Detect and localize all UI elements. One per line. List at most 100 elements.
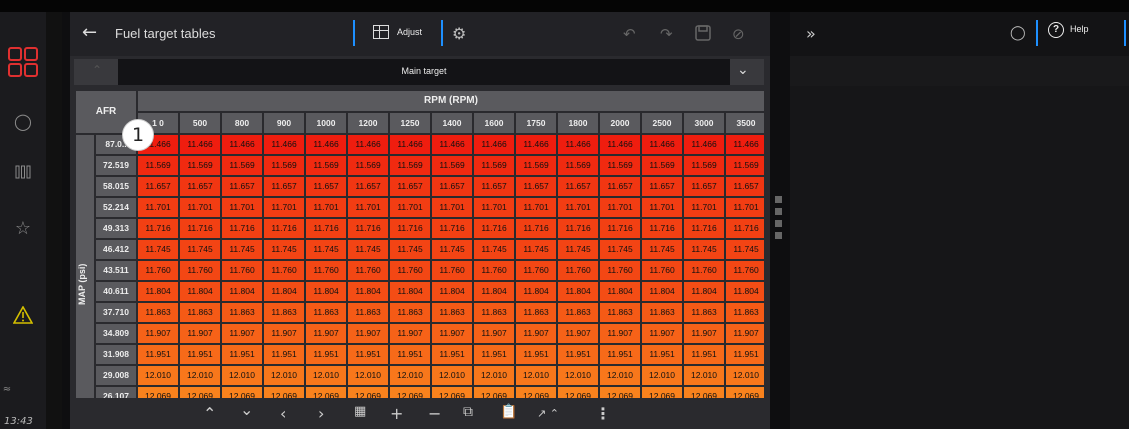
table-cell[interactable]: 12.069 (180, 387, 220, 398)
table-cell[interactable]: 11.760 (684, 261, 724, 280)
rpm-column-header[interactable]: 3500 (726, 113, 764, 133)
table-cell[interactable]: 11.907 (306, 324, 346, 343)
table-cell[interactable]: 11.657 (222, 177, 262, 196)
table-cell[interactable]: 11.907 (642, 324, 682, 343)
table-cell[interactable]: 11.745 (180, 240, 220, 259)
table-cell[interactable]: 11.569 (348, 156, 388, 175)
table-cell[interactable]: 11.569 (306, 156, 346, 175)
table-cell[interactable]: 11.701 (306, 198, 346, 217)
rpm-column-header[interactable]: 1400 (432, 113, 472, 133)
table-cell[interactable]: 11.745 (558, 240, 598, 259)
map-row-header[interactable]: 29.008 (96, 366, 136, 385)
rpm-column-header[interactable]: 800 (222, 113, 262, 133)
table-cell[interactable]: 11.569 (726, 156, 764, 175)
table-cell[interactable]: 11.716 (684, 219, 724, 238)
table-cell[interactable]: 11.657 (264, 177, 304, 196)
table-cell[interactable]: 11.569 (390, 156, 430, 175)
gauge-icon[interactable]: ◯ (0, 112, 46, 131)
table-cell[interactable]: 12.069 (726, 387, 764, 398)
map-row-header[interactable]: 43.511 (96, 261, 136, 280)
table-cell[interactable]: 11.569 (432, 156, 472, 175)
table-cell[interactable]: 11.951 (180, 345, 220, 364)
table-cell[interactable]: 11.907 (684, 324, 724, 343)
table-cell[interactable]: 11.657 (726, 177, 764, 196)
table-cell[interactable]: 11.701 (474, 198, 514, 217)
table-cell[interactable]: 12.010 (306, 366, 346, 385)
table-cell[interactable]: 11.804 (684, 282, 724, 301)
table-cell[interactable]: 11.466 (684, 135, 724, 154)
chevron-left-icon[interactable]: ‹ (280, 404, 286, 423)
table-cell[interactable]: 11.863 (726, 303, 764, 322)
table-cell[interactable]: 11.701 (516, 198, 556, 217)
table-cell[interactable]: 11.716 (726, 219, 764, 238)
table-cell[interactable]: 12.010 (474, 366, 514, 385)
table-cell[interactable]: 11.657 (684, 177, 724, 196)
table-cell[interactable]: 11.907 (222, 324, 262, 343)
table-cell[interactable]: 11.760 (390, 261, 430, 280)
table-cell[interactable]: 11.716 (642, 219, 682, 238)
table-cell[interactable]: 11.804 (180, 282, 220, 301)
back-arrow-icon[interactable]: ← (82, 22, 97, 43)
save-icon[interactable] (695, 25, 711, 45)
paste-icon[interactable]: 📋 (500, 404, 517, 420)
table-cell[interactable]: 12.010 (138, 366, 178, 385)
table-cell[interactable]: 11.657 (138, 177, 178, 196)
table-cell[interactable]: 11.745 (348, 240, 388, 259)
table-cell[interactable]: 11.716 (558, 219, 598, 238)
table-cell[interactable]: 11.863 (474, 303, 514, 322)
table-cell[interactable]: 11.657 (348, 177, 388, 196)
table-cell[interactable]: 11.804 (348, 282, 388, 301)
map-row-header[interactable]: 72.519 (96, 156, 136, 175)
table-cell[interactable]: 11.745 (516, 240, 556, 259)
table-cell[interactable]: 11.907 (600, 324, 640, 343)
table-cell[interactable]: 11.745 (684, 240, 724, 259)
table-cell[interactable]: 11.569 (222, 156, 262, 175)
table-cell[interactable]: 11.951 (348, 345, 388, 364)
apps-grid-icon[interactable] (0, 46, 46, 84)
table-cell[interactable]: 11.863 (264, 303, 304, 322)
table-cell[interactable]: 11.716 (264, 219, 304, 238)
map-row-header[interactable]: 46.412 (96, 240, 136, 259)
gear-icon[interactable]: ⚙ (452, 24, 466, 43)
table-cell[interactable]: 11.701 (558, 198, 598, 217)
table-cell[interactable]: 12.069 (306, 387, 346, 398)
table-cell[interactable]: 11.804 (558, 282, 598, 301)
table-cell[interactable]: 11.716 (348, 219, 388, 238)
expand-chevrons-icon[interactable]: » (806, 24, 816, 43)
rpm-column-header[interactable]: 1600 (474, 113, 514, 133)
table-cell[interactable]: 11.745 (600, 240, 640, 259)
table-cell[interactable]: 11.863 (684, 303, 724, 322)
table-cell[interactable]: 11.701 (432, 198, 472, 217)
table-cell[interactable]: 11.701 (138, 198, 178, 217)
table-cell[interactable]: 11.466 (642, 135, 682, 154)
table-cell[interactable]: 11.745 (474, 240, 514, 259)
table-cell[interactable]: 11.745 (432, 240, 472, 259)
table-cell[interactable]: 11.745 (264, 240, 304, 259)
table-cell[interactable]: 11.716 (516, 219, 556, 238)
table-cell[interactable]: 11.745 (642, 240, 682, 259)
table-cell[interactable]: 11.863 (348, 303, 388, 322)
table-cell[interactable]: 12.010 (684, 366, 724, 385)
table-cell[interactable]: 11.760 (264, 261, 304, 280)
table-cell[interactable]: 11.804 (516, 282, 556, 301)
panel-splitter-dot[interactable] (775, 232, 782, 239)
plus-icon[interactable]: + (390, 404, 403, 423)
table-cell[interactable]: 11.569 (684, 156, 724, 175)
table-cell[interactable]: 11.657 (390, 177, 430, 196)
table-cell[interactable]: 11.951 (600, 345, 640, 364)
table-cell[interactable]: 11.745 (726, 240, 764, 259)
table-cell[interactable]: 12.010 (558, 366, 598, 385)
rpm-column-header[interactable]: 1000 (306, 113, 346, 133)
redo-icon[interactable]: ↷ (660, 25, 673, 43)
copy-icon[interactable]: ⧉ (463, 404, 473, 420)
table-cell[interactable]: 11.716 (180, 219, 220, 238)
table-cell[interactable]: 11.804 (432, 282, 472, 301)
chevron-up-icon[interactable]: ⌃ (203, 404, 216, 423)
table-cell[interactable]: 11.760 (516, 261, 556, 280)
table-cell[interactable]: 11.760 (558, 261, 598, 280)
table-cell[interactable]: 12.069 (474, 387, 514, 398)
table-cell[interactable]: 11.466 (180, 135, 220, 154)
rpm-column-header[interactable]: 3000 (684, 113, 724, 133)
table-cell[interactable]: 11.951 (684, 345, 724, 364)
table-cell[interactable]: 12.069 (138, 387, 178, 398)
